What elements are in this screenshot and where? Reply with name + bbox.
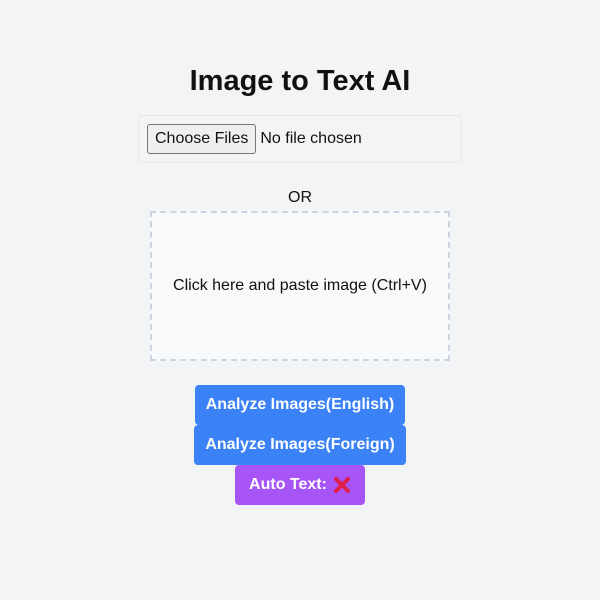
red-cross-icon	[333, 477, 350, 493]
analyze-english-button[interactable]: Analyze Images(English)	[195, 385, 405, 425]
auto-text-toggle-button[interactable]: Auto Text:	[235, 465, 365, 505]
choose-files-button[interactable]: Choose Files	[147, 124, 257, 154]
file-status-text: No file chosen	[260, 130, 362, 147]
app-container: Image to Text AI Choose Files No file ch…	[0, 0, 600, 600]
page-title: Image to Text AI	[189, 65, 411, 97]
paste-area-label: Click here and paste image (Ctrl+V)	[173, 277, 427, 294]
analyze-foreign-button[interactable]: Analyze Images(Foreign)	[194, 425, 406, 465]
auto-text-label: Auto Text:	[249, 476, 327, 493]
file-input[interactable]: Choose Files No file chosen	[138, 115, 462, 163]
paste-image-area[interactable]: Click here and paste image (Ctrl+V)	[150, 211, 450, 361]
or-divider: OR	[288, 189, 312, 206]
